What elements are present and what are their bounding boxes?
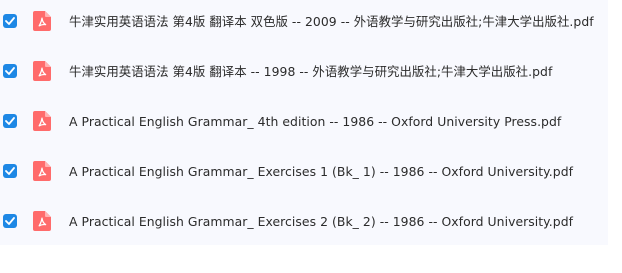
file-row[interactable]: A Practical English Grammar_ Exercises 2… [0, 206, 608, 236]
pdf-file-icon [33, 11, 51, 31]
file-name[interactable]: 牛津实用英语语法 第4版 翻译本 双色版 -- 2009 -- 外语教学与研究出… [69, 12, 594, 30]
file-list: 牛津实用英语语法 第4版 翻译本 双色版 -- 2009 -- 外语教学与研究出… [0, 0, 608, 245]
file-name[interactable]: A Practical English Grammar_ Exercises 2… [69, 214, 573, 229]
file-row[interactable]: 牛津实用英语语法 第4版 翻译本 双色版 -- 2009 -- 外语教学与研究出… [0, 6, 608, 36]
checkbox-checked-icon[interactable] [3, 114, 17, 128]
checkbox-checked-icon[interactable] [3, 64, 17, 78]
pdf-file-icon [33, 111, 51, 131]
checkbox-checked-icon[interactable] [3, 164, 17, 178]
checkbox-checked-icon[interactable] [3, 214, 17, 228]
pdf-file-icon [33, 211, 51, 231]
file-name[interactable]: 牛津实用英语语法 第4版 翻译本 -- 1998 -- 外语教学与研究出版社;牛… [69, 62, 552, 80]
file-row[interactable]: A Practical English Grammar_ Exercises 1… [0, 156, 608, 186]
file-row[interactable]: 牛津实用英语语法 第4版 翻译本 -- 1998 -- 外语教学与研究出版社;牛… [0, 56, 608, 86]
file-row[interactable]: A Practical English Grammar_ 4th edition… [0, 106, 608, 136]
checkbox-checked-icon[interactable] [3, 14, 17, 28]
file-name[interactable]: A Practical English Grammar_ 4th edition… [69, 114, 561, 129]
pdf-file-icon [33, 61, 51, 81]
pdf-file-icon [33, 161, 51, 181]
file-name[interactable]: A Practical English Grammar_ Exercises 1… [69, 164, 573, 179]
